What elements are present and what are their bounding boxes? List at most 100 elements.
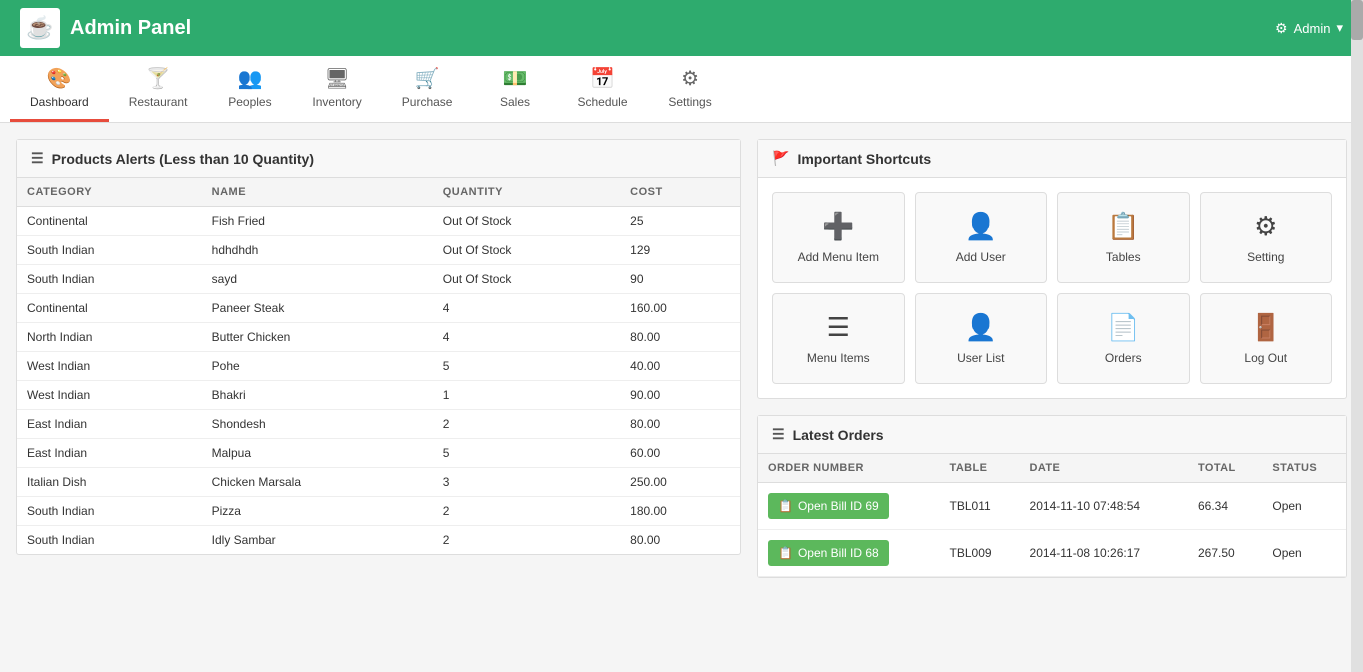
- header: ☕ Admin Panel ⚙ Admin ▾: [0, 0, 1363, 56]
- table-row: Continental Fish Fried Out Of Stock 25: [17, 207, 740, 236]
- cell-name: Pizza: [202, 497, 433, 526]
- sales-icon: 💵: [503, 66, 528, 91]
- shortcut-user-list[interactable]: 👤 User List: [915, 293, 1048, 384]
- table-row: West Indian Bhakri 1 90.00: [17, 381, 740, 410]
- purchase-icon: 🛒: [415, 66, 440, 91]
- logo-box: ☕: [20, 8, 60, 48]
- col-total: TOTAL: [1188, 454, 1262, 483]
- cell-name: Paneer Steak: [202, 294, 433, 323]
- cell-bill[interactable]: 📋 Open Bill ID 69: [758, 483, 940, 530]
- cell-name: sayd: [202, 265, 433, 294]
- cell-quantity: Out Of Stock: [433, 236, 620, 265]
- left-panel: ☰ Products Alerts (Less than 10 Quantity…: [16, 139, 741, 578]
- nav-label-peoples: Peoples: [228, 95, 271, 109]
- col-name: NAME: [202, 178, 433, 207]
- cell-category: West Indian: [17, 352, 202, 381]
- cell-cost: 80.00: [620, 410, 740, 439]
- nav-item-dashboard[interactable]: 🎨 Dashboard: [10, 56, 109, 122]
- shortcut-add-menu-item[interactable]: ➕ Add Menu Item: [772, 192, 905, 283]
- cell-status: Open: [1262, 483, 1346, 530]
- flag-icon: 🚩: [772, 150, 789, 167]
- nav-item-sales[interactable]: 💵 Sales: [472, 56, 557, 122]
- nav-item-peoples[interactable]: 👥 Peoples: [207, 56, 292, 122]
- shortcuts-panel: 🚩 Important Shortcuts ➕ Add Menu Item 👤 …: [757, 139, 1347, 399]
- table-row: East Indian Malpua 5 60.00: [17, 439, 740, 468]
- cell-cost: 25: [620, 207, 740, 236]
- shortcut-menu-items[interactable]: ☰ Menu Items: [772, 293, 905, 384]
- schedule-icon: 📅: [590, 66, 615, 91]
- cell-category: South Indian: [17, 265, 202, 294]
- shortcut-add-user[interactable]: 👤 Add User: [915, 192, 1048, 283]
- orders-table: ORDER NUMBER TABLE DATE TOTAL STATUS 📋 O…: [758, 454, 1346, 577]
- cell-name: Butter Chicken: [202, 323, 433, 352]
- cell-cost: 80.00: [620, 323, 740, 352]
- cell-date: 2014-11-10 07:48:54: [1020, 483, 1188, 530]
- cell-status: Open: [1262, 530, 1346, 577]
- cell-quantity: 4: [433, 323, 620, 352]
- admin-label: Admin: [1294, 21, 1331, 36]
- cell-cost: 60.00: [620, 439, 740, 468]
- nav-item-inventory[interactable]: 🖥 Inventory: [292, 56, 381, 122]
- cell-table: TBL011: [940, 483, 1020, 530]
- cell-category: Italian Dish: [17, 468, 202, 497]
- cell-cost: 90.00: [620, 381, 740, 410]
- settings-icon: ⚙: [681, 66, 699, 91]
- cell-category: South Indian: [17, 236, 202, 265]
- nav-label-inventory: Inventory: [312, 95, 361, 109]
- shortcut-tables[interactable]: 📋 Tables: [1057, 192, 1190, 283]
- cell-quantity: 5: [433, 352, 620, 381]
- table-row: South Indian hdhdhdh Out Of Stock 129: [17, 236, 740, 265]
- cell-cost: 180.00: [620, 497, 740, 526]
- admin-menu[interactable]: ⚙ Admin ▾: [1275, 20, 1343, 37]
- log-out-icon: 🚪: [1250, 312, 1282, 343]
- shortcuts-title: Important Shortcuts: [797, 151, 931, 167]
- shortcut-orders[interactable]: 📄 Orders: [1057, 293, 1190, 384]
- scrollbar-thumb[interactable]: [1351, 0, 1363, 40]
- products-alert-header: ☰ Products Alerts (Less than 10 Quantity…: [17, 140, 740, 178]
- orders-list-icon: ☰: [772, 426, 785, 443]
- header-left: ☕ Admin Panel: [20, 8, 191, 48]
- open-bill-button[interactable]: 📋 Open Bill ID 69: [768, 493, 889, 519]
- col-order-number: ORDER NUMBER: [758, 454, 940, 483]
- nav-item-schedule[interactable]: 📅 Schedule: [557, 56, 647, 122]
- setting-icon: ⚙: [1254, 211, 1277, 242]
- col-cost: COST: [620, 178, 740, 207]
- cell-category: Continental: [17, 294, 202, 323]
- table-row: Continental Paneer Steak 4 160.00: [17, 294, 740, 323]
- latest-orders-header: ☰ Latest Orders: [758, 416, 1346, 454]
- shortcut-log-out[interactable]: 🚪 Log Out: [1200, 293, 1333, 384]
- col-status: STATUS: [1262, 454, 1346, 483]
- peoples-icon: 👥: [237, 66, 262, 91]
- table-header-row: CATEGORY NAME QUANTITY COST: [17, 178, 740, 207]
- add-user-icon: 👤: [965, 211, 997, 242]
- cell-quantity: 4: [433, 294, 620, 323]
- tables-label: Tables: [1106, 250, 1141, 264]
- cell-cost: 90: [620, 265, 740, 294]
- file-icon: 📋: [778, 499, 793, 513]
- main-nav: 🎨 Dashboard 🍸 Restaurant 👥 Peoples 🖥 Inv…: [0, 56, 1363, 123]
- table-row: East Indian Shondesh 2 80.00: [17, 410, 740, 439]
- cell-category: South Indian: [17, 526, 202, 555]
- user-list-icon: 👤: [965, 312, 997, 343]
- cell-category: East Indian: [17, 439, 202, 468]
- nav-item-purchase[interactable]: 🛒 Purchase: [382, 56, 473, 122]
- logo-icon: ☕: [26, 15, 53, 41]
- scrollbar[interactable]: [1351, 0, 1363, 672]
- cell-cost: 160.00: [620, 294, 740, 323]
- setting-label: Setting: [1247, 250, 1284, 264]
- nav-item-settings[interactable]: ⚙ Settings: [648, 56, 733, 122]
- table-row: South Indian sayd Out Of Stock 90: [17, 265, 740, 294]
- table-row: South Indian Pizza 2 180.00: [17, 497, 740, 526]
- nav-label-schedule: Schedule: [577, 95, 627, 109]
- add-user-label: Add User: [956, 250, 1006, 264]
- cell-total: 66.34: [1188, 483, 1262, 530]
- cell-bill[interactable]: 📋 Open Bill ID 68: [758, 530, 940, 577]
- table-row: North Indian Butter Chicken 4 80.00: [17, 323, 740, 352]
- col-table: TABLE: [940, 454, 1020, 483]
- shortcut-setting[interactable]: ⚙ Setting: [1200, 192, 1333, 283]
- open-bill-button[interactable]: 📋 Open Bill ID 68: [768, 540, 889, 566]
- cell-name: Fish Fried: [202, 207, 433, 236]
- nav-item-restaurant[interactable]: 🍸 Restaurant: [109, 56, 208, 122]
- products-alert-title: Products Alerts (Less than 10 Quantity): [52, 151, 314, 167]
- add-menu-item-label: Add Menu Item: [798, 250, 879, 264]
